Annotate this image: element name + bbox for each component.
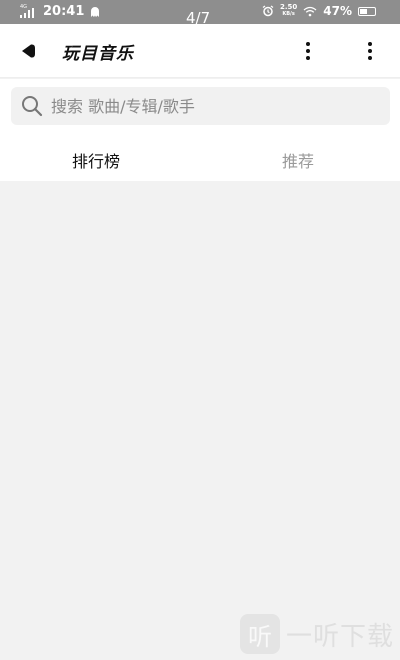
network-speed: 2.50 KB/s <box>280 4 297 18</box>
speed-value: 2.50 <box>279 3 298 11</box>
status-bar: 4G 20:41 4/7 2.50 KB/s 47% <box>0 0 400 24</box>
watermark-text: 一听下载 <box>286 621 395 652</box>
image-counter: 4/7 <box>186 9 211 24</box>
watermark-logo: 听 <box>240 614 280 654</box>
battery-percent: 47% <box>323 4 352 18</box>
back-button[interactable] <box>18 39 42 63</box>
more-vertical-icon <box>360 39 380 63</box>
speed-unit: KB/s <box>282 11 295 17</box>
tab-recommended[interactable]: 推荐 <box>282 148 314 172</box>
tab-charts[interactable]: 排行榜 <box>72 148 120 172</box>
search-icon <box>22 96 43 117</box>
more-vertical-icon <box>298 39 318 63</box>
app-title: 玩目音乐 <box>62 44 134 64</box>
search-box[interactable] <box>11 87 390 125</box>
signal-icon: 4G <box>20 3 38 18</box>
content-area <box>0 181 400 660</box>
search-section <box>0 79 400 135</box>
more-options-button[interactable] <box>298 39 318 63</box>
alarm-icon <box>262 5 274 17</box>
search-input[interactable] <box>51 91 371 121</box>
overflow-menu-button[interactable] <box>360 39 380 63</box>
status-right: 2.50 KB/s 47% <box>262 4 376 18</box>
network-tag: 4G <box>20 3 28 10</box>
back-arrow-icon <box>22 44 35 58</box>
battery-icon <box>358 6 376 16</box>
status-left: 4G 20:41 <box>20 4 101 19</box>
status-time: 20:41 <box>43 4 85 19</box>
app-header: 玩目音乐 <box>0 24 400 78</box>
wifi-icon <box>303 6 317 16</box>
tab-bar: 排行榜 推荐 <box>0 135 400 181</box>
watermark: 听 一听下载 <box>240 614 394 654</box>
ghost-icon <box>91 6 100 17</box>
